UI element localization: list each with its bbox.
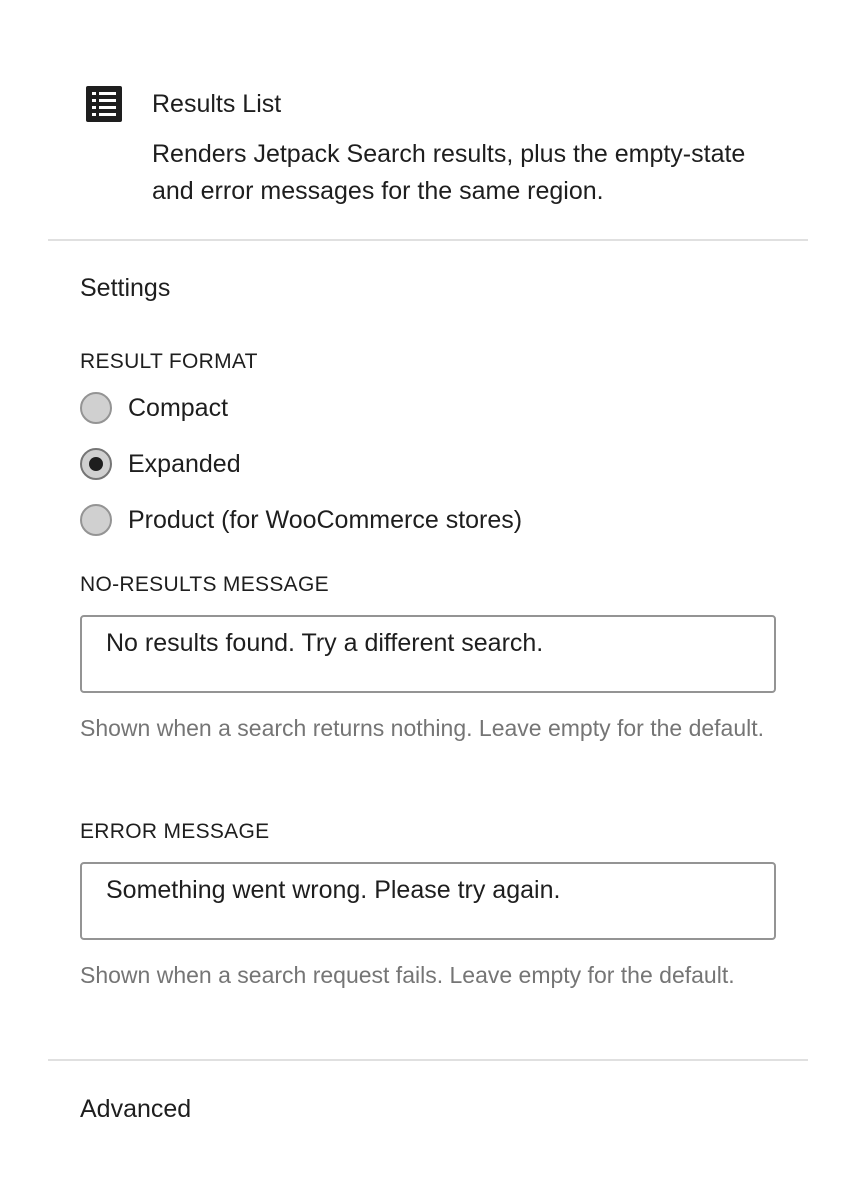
divider bbox=[48, 239, 808, 241]
error-message-label: ERROR MESSAGE bbox=[80, 820, 270, 843]
error-help-text: Shown when a search request fails. Leave… bbox=[80, 962, 735, 988]
advanced-panel-toggle[interactable]: Advanced bbox=[80, 1095, 191, 1124]
radio-button[interactable] bbox=[80, 392, 112, 424]
radio-button[interactable] bbox=[80, 504, 112, 536]
radio-option-product[interactable]: Product (for WooCommerce stores) bbox=[80, 504, 522, 536]
radio-option-compact[interactable]: Compact bbox=[80, 392, 228, 424]
no-results-message-input[interactable]: No results found. Try a different search… bbox=[80, 615, 776, 693]
error-message-input[interactable]: Something went wrong. Please try again. bbox=[80, 862, 776, 940]
radio-label: Compact bbox=[128, 393, 229, 422]
settings-panel-toggle[interactable]: Settings bbox=[80, 274, 170, 303]
divider bbox=[48, 1059, 808, 1061]
radio-button-checked[interactable] bbox=[80, 448, 112, 480]
no-results-help-text: Shown when a search returns nothing. Lea… bbox=[80, 715, 765, 741]
block-card: Results List Renders Jetpack Search resu… bbox=[0, 0, 856, 240]
block-description: Renders Jetpack Search results, plus the… bbox=[152, 140, 746, 205]
list-view-icon bbox=[86, 86, 122, 122]
radio-label: Expanded bbox=[128, 449, 241, 478]
block-title: Results List bbox=[152, 90, 282, 118]
result-format-label: RESULT FORMAT bbox=[80, 350, 258, 373]
radio-label: Product (for WooCommerce stores) bbox=[128, 505, 523, 534]
no-results-message-label: NO-RESULTS MESSAGE bbox=[80, 573, 329, 596]
radio-option-expanded[interactable]: Expanded bbox=[80, 448, 241, 480]
